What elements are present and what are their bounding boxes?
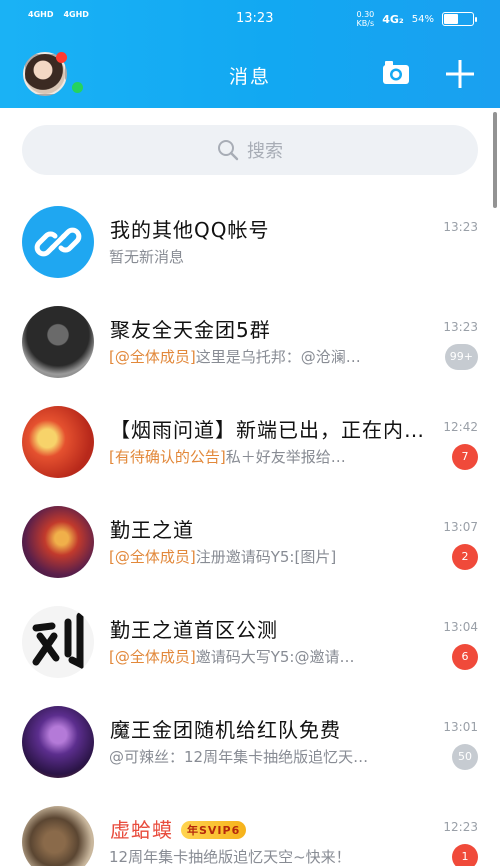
battery-percent: 54% bbox=[411, 13, 434, 25]
list-item[interactable]: 勤王之道首区公测 [@全体成员]邀请码大写Y5:@邀请… 13:04 6 bbox=[0, 600, 500, 700]
preview-text: 私＋好友举报给… bbox=[225, 448, 346, 466]
page-title: 消息 bbox=[228, 66, 271, 88]
conversation-preview: 暂无新消息 bbox=[109, 246, 449, 267]
conversation-name: 聚友全天金团5群 bbox=[110, 318, 271, 342]
list-item[interactable]: 虚蛤蟆 年SVIP6 12周年集卡抽绝版追忆天空~快来！ 12:23 1 bbox=[0, 800, 500, 866]
list-item[interactable]: 勤王之道 [@全体成员]注册邀请码Y5:[图片] 13:07 2 bbox=[0, 500, 500, 600]
status-right: 0.30 KB/s 4G₂ 54% bbox=[356, 10, 477, 28]
search-placeholder: 搜索 bbox=[247, 141, 283, 162]
conversation-preview: [有待确认的公告]私＋好友举报给… bbox=[109, 446, 449, 467]
conversation-name: 勤王之道 bbox=[110, 518, 194, 542]
battery-icon bbox=[442, 12, 477, 26]
search-icon bbox=[218, 140, 239, 161]
avatar bbox=[22, 206, 94, 278]
avatar bbox=[22, 406, 94, 478]
net-speed-value: 0.30 bbox=[356, 10, 375, 19]
conversation-preview: [@全体成员]注册邀请码Y5:[图片] bbox=[109, 546, 449, 567]
status-bar: 4GHD 4GHD 13:23 0.30 KB/s 4G₂ 54% bbox=[0, 0, 500, 38]
add-icon[interactable] bbox=[446, 60, 474, 88]
unread-badge: 50 bbox=[452, 744, 478, 770]
avatar bbox=[22, 306, 94, 378]
avatar bbox=[22, 706, 94, 778]
mention-tag: [@全体成员] bbox=[109, 348, 196, 366]
signal-icon-2: 4GHD bbox=[63, 10, 88, 19]
preview-text: 这里是乌托邦：@沧澜… bbox=[195, 348, 361, 366]
list-item[interactable]: 【烟雨问道】新端已出，正在内… [有待确认的公告]私＋好友举报给… 12:42 … bbox=[0, 400, 500, 500]
unread-badge: 2 bbox=[452, 544, 478, 570]
avatar bbox=[22, 506, 94, 578]
link-icon bbox=[34, 227, 82, 257]
preview-text: 邀请码大写Y5:@邀请… bbox=[195, 648, 355, 666]
conversation-name: 虚蛤蟆 年SVIP6 bbox=[110, 814, 247, 843]
conversation-time: 13:04 bbox=[443, 620, 478, 634]
preview-text: 注册邀请码Y5:[图片] bbox=[195, 548, 337, 566]
conversation-time: 13:23 bbox=[443, 220, 478, 234]
top-bar: 4GHD 4GHD 13:23 0.30 KB/s 4G₂ 54% 消息 bbox=[0, 0, 500, 108]
mention-tag: [@全体成员] bbox=[109, 648, 196, 666]
network-label-1: 4GHD bbox=[28, 10, 54, 19]
conversation-preview: @可辣丝：12周年集卡抽绝版追忆天… bbox=[109, 746, 449, 767]
unread-badge: 1 bbox=[452, 844, 478, 866]
conversation-name: 勤王之道首区公测 bbox=[110, 618, 278, 642]
conversation-name: 【烟雨问道】新端已出，正在内… bbox=[110, 418, 425, 442]
scrollbar[interactable] bbox=[493, 112, 497, 208]
conversation-preview: [@全体成员]邀请码大写Y5:@邀请… bbox=[109, 646, 449, 667]
svip-badge: 年SVIP6 bbox=[181, 821, 247, 839]
conversation-time: 13:23 bbox=[443, 320, 478, 334]
camera-icon[interactable] bbox=[382, 60, 410, 85]
list-item[interactable]: 聚友全天金团5群 [@全体成员]这里是乌托邦：@沧澜… 13:23 99+ bbox=[0, 300, 500, 400]
network-label-2: 4GHD bbox=[63, 10, 89, 19]
unread-badge: 6 bbox=[452, 644, 478, 670]
net-speed: 0.30 KB/s bbox=[356, 10, 374, 28]
conversation-name: 魔王金团随机给红队免费 bbox=[110, 718, 341, 742]
list-item[interactable]: 魔王金团随机给红队免费 @可辣丝：12周年集卡抽绝版追忆天… 13:01 50 bbox=[0, 700, 500, 800]
calligraphy-image bbox=[32, 612, 84, 670]
list-item[interactable]: 我的其他QQ帐号 暂无新消息 13:23 bbox=[0, 200, 500, 300]
avatar bbox=[22, 606, 94, 678]
conversation-preview: [@全体成员]这里是乌托邦：@沧澜… bbox=[109, 346, 449, 367]
unread-badge: 7 bbox=[452, 444, 478, 470]
mention-tag: [@全体成员] bbox=[109, 548, 196, 566]
net-speed-unit: KB/s bbox=[356, 19, 375, 28]
signal-icon-1: 4GHD bbox=[28, 10, 53, 19]
conversation-time: 12:23 bbox=[443, 820, 478, 834]
net-type: 4G₂ bbox=[382, 12, 404, 26]
avatar bbox=[22, 806, 94, 866]
preview-text: 暂无新消息 bbox=[109, 248, 185, 266]
conversation-name: 我的其他QQ帐号 bbox=[110, 218, 270, 242]
preview-text: @可辣丝：12周年集卡抽绝版追忆天… bbox=[109, 748, 369, 766]
conversation-time: 12:42 bbox=[443, 420, 478, 434]
unread-badge: 99+ bbox=[444, 344, 478, 370]
contact-name: 虚蛤蟆 bbox=[110, 818, 173, 842]
status-time: 13:23 bbox=[236, 11, 274, 26]
conversation-preview: 12周年集卡抽绝版追忆天空~快来！ bbox=[109, 846, 449, 866]
search-input[interactable]: 搜索 bbox=[22, 125, 478, 175]
signal-area: 4GHD 4GHD bbox=[28, 10, 89, 19]
conversation-time: 13:01 bbox=[443, 720, 478, 734]
notice-tag: [有待确认的公告] bbox=[109, 448, 226, 466]
preview-text: 12周年集卡抽绝版追忆天空~快来！ bbox=[109, 848, 351, 866]
conversation-time: 13:07 bbox=[443, 520, 478, 534]
